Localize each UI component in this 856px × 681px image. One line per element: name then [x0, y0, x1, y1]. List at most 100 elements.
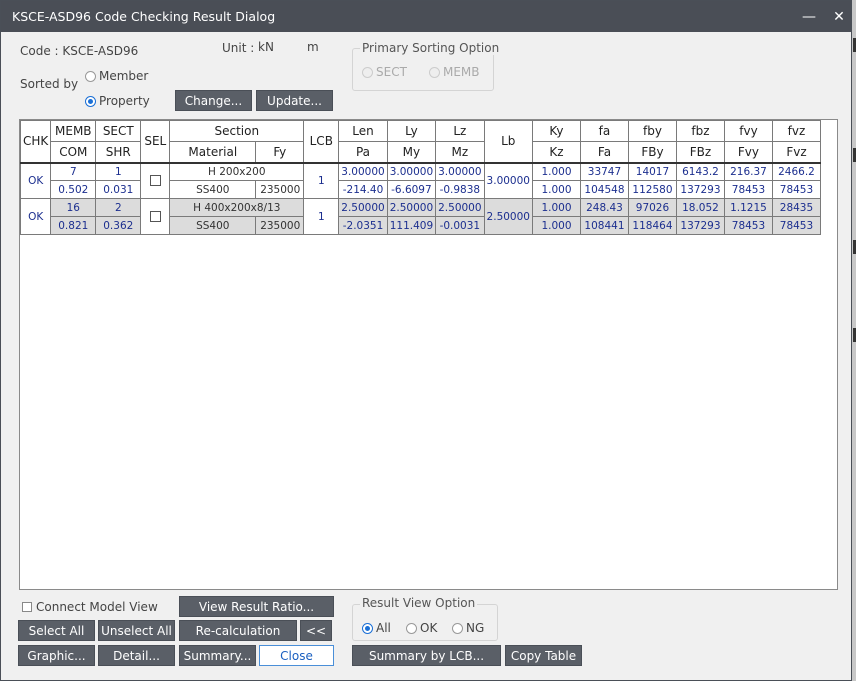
- col-lb[interactable]: Lb: [483, 120, 533, 164]
- unit-length: m: [307, 40, 319, 54]
- my-cell: -6.6097: [386, 180, 437, 199]
- col-Fa[interactable]: Fa: [579, 141, 629, 164]
- radio-off-icon: [429, 66, 440, 78]
- table-row[interactable]: 0.821 0.362 SS400 235000 -2.0351 111.409…: [21, 216, 821, 235]
- Fvz-cell: 78453: [771, 180, 821, 199]
- recalculation-button[interactable]: Re-calculation: [179, 620, 297, 641]
- sel-checkbox[interactable]: [149, 211, 161, 222]
- window-title: KSCE-ASD96 Code Checking Result Dialog: [12, 9, 276, 24]
- fvy-cell: 1.1215: [723, 198, 773, 217]
- view-all-radio[interactable]: All: [362, 621, 391, 635]
- sort-memb-radio[interactable]: MEMB: [429, 65, 480, 79]
- sort-member-radio[interactable]: Member: [85, 69, 148, 83]
- col-sel[interactable]: SEL: [140, 120, 171, 164]
- copy-table-button[interactable]: Copy Table: [505, 645, 582, 666]
- unit-force: kN: [258, 40, 274, 54]
- fby-cell: 97026: [627, 198, 677, 217]
- radio-off-icon: [406, 622, 417, 634]
- FBz-cell: 137293: [675, 216, 725, 235]
- summary-by-lcb-button[interactable]: Summary by LCB...: [352, 645, 501, 666]
- col-sect[interactable]: SECT: [95, 120, 142, 142]
- collapse-button[interactable]: <<: [300, 620, 332, 641]
- col-fvy[interactable]: fvy: [723, 120, 773, 142]
- Fvz-cell: 78453: [771, 216, 821, 235]
- select-all-button[interactable]: Select All: [18, 620, 95, 641]
- primary-sorting-title: Primary Sorting Option: [360, 41, 502, 55]
- fa-cell: 248.43: [579, 198, 629, 217]
- sort-sect-label: SECT: [376, 65, 407, 79]
- close-icon[interactable]: ✕: [829, 7, 849, 27]
- FBy-cell: 112580: [627, 180, 677, 199]
- col-chk[interactable]: CHK: [19, 120, 52, 164]
- col-com[interactable]: COM: [50, 141, 97, 164]
- col-my[interactable]: My: [386, 141, 437, 164]
- result-view-title: Result View Option: [360, 596, 478, 610]
- table-row[interactable]: OK 7 1 H 200x200 1 3.00000 3.00000 3.000…: [19, 162, 821, 199]
- col-mz[interactable]: Mz: [435, 141, 485, 164]
- view-ng-radio[interactable]: NG: [452, 621, 484, 635]
- unselect-all-button[interactable]: Unselect All: [98, 620, 175, 641]
- col-shr[interactable]: SHR: [95, 141, 142, 164]
- lcb-cell: 1: [303, 162, 340, 199]
- col-fvz[interactable]: fvz: [771, 120, 821, 142]
- fa-cell: 33747: [579, 162, 629, 181]
- sort-property-label: Property: [99, 94, 150, 108]
- col-lz[interactable]: Lz: [435, 120, 485, 142]
- col-FBy[interactable]: FBy: [627, 141, 677, 164]
- col-fy[interactable]: Fy: [255, 141, 305, 164]
- ky-cell: 1.000: [531, 198, 581, 217]
- col-lcb[interactable]: LCB: [303, 120, 340, 164]
- checkbox-icon: [22, 602, 32, 612]
- col-Fvy[interactable]: Fvy: [723, 141, 773, 164]
- col-fa[interactable]: fa: [579, 120, 629, 142]
- sel-cell: [140, 198, 171, 235]
- code-label: Code : KSCE-ASD96: [20, 44, 139, 58]
- mz-cell: -0.0031: [435, 216, 485, 235]
- sort-memb-label: MEMB: [443, 65, 480, 79]
- col-kz[interactable]: Kz: [531, 141, 581, 164]
- result-table: CHK MEMB SECT SEL Section LCB Len Ly Lz …: [19, 120, 821, 235]
- memb-cell: 7: [50, 162, 97, 181]
- table-row[interactable]: OK 16 2 H 400x200x8/13 1 2.50000 2.50000…: [19, 198, 821, 235]
- graphic-button[interactable]: Graphic...: [18, 645, 95, 666]
- chk-cell: OK: [19, 162, 52, 199]
- detail-button[interactable]: Detail...: [98, 645, 175, 666]
- fvy-cell: 216.37: [723, 162, 773, 181]
- ly-cell: 3.00000: [386, 162, 437, 181]
- fby-cell: 14017: [627, 162, 677, 181]
- lb-cell: 3.00000: [483, 162, 533, 199]
- minimize-icon[interactable]: —: [799, 7, 819, 27]
- col-section[interactable]: Section: [169, 120, 305, 142]
- col-fby[interactable]: fby: [627, 120, 677, 142]
- radio-off-icon: [362, 66, 373, 78]
- col-ky[interactable]: Ky: [531, 120, 581, 142]
- col-fbz[interactable]: fbz: [675, 120, 725, 142]
- kz-cell: 1.000: [531, 216, 581, 235]
- change-button[interactable]: Change...: [175, 90, 252, 111]
- view-result-ratio-button[interactable]: View Result Ratio...: [179, 596, 334, 617]
- view-ok-radio[interactable]: OK: [406, 621, 437, 635]
- col-Fvz[interactable]: Fvz: [771, 141, 821, 164]
- col-ly[interactable]: Ly: [386, 120, 437, 142]
- col-len[interactable]: Len: [338, 120, 388, 142]
- FBy-cell: 118464: [627, 216, 677, 235]
- lz-cell: 3.00000: [435, 162, 485, 181]
- col-material[interactable]: Material: [169, 141, 257, 164]
- sort-sect-radio[interactable]: SECT: [362, 65, 407, 79]
- connect-model-view-checkbox[interactable]: Connect Model View: [22, 600, 158, 614]
- shr-cell: 0.031: [95, 180, 142, 199]
- update-button[interactable]: Update...: [256, 90, 333, 111]
- sort-property-radio[interactable]: Property: [85, 94, 150, 108]
- table-row[interactable]: 0.502 0.031 SS400 235000 -214.40 -6.6097…: [21, 180, 821, 199]
- Fa-cell: 104548: [579, 180, 629, 199]
- summary-button[interactable]: Summary...: [179, 645, 256, 666]
- result-table-panel[interactable]: CHK MEMB SECT SEL Section LCB Len Ly Lz …: [19, 119, 838, 590]
- close-button[interactable]: Close: [259, 645, 334, 666]
- col-FBz[interactable]: FBz: [675, 141, 725, 164]
- sel-checkbox[interactable]: [149, 175, 161, 187]
- col-pa[interactable]: Pa: [338, 141, 388, 164]
- chk-cell: OK: [19, 198, 52, 235]
- radio-on-icon: [85, 95, 96, 107]
- col-memb[interactable]: MEMB: [50, 120, 97, 142]
- pa-cell: -214.40: [338, 180, 388, 199]
